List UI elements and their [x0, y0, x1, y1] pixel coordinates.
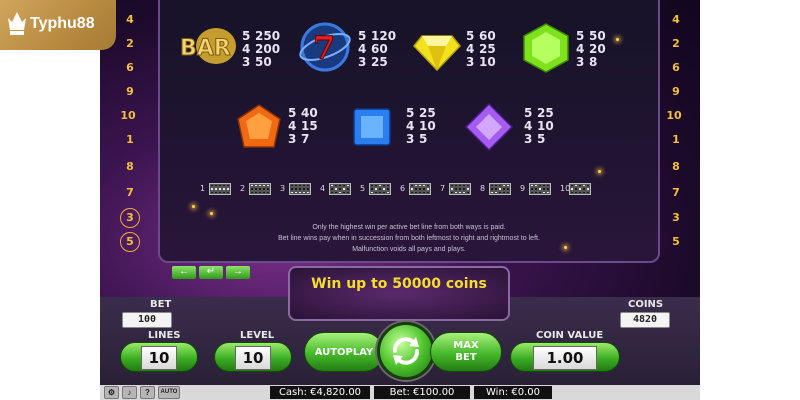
right-line-numbers: 4 2 6 9 10 1 8 7 3 5	[654, 0, 700, 260]
line-number: 9	[126, 85, 134, 98]
line-number: 8	[126, 160, 134, 173]
coin-value-stepper[interactable]: 1.00	[510, 342, 620, 372]
settings-icon[interactable]: ⚙	[104, 386, 119, 399]
bar-icon: BAR	[176, 26, 238, 71]
sound-icon[interactable]: ♪	[122, 386, 137, 399]
coins-display: 4820	[620, 312, 670, 328]
sparkle-decoration	[210, 212, 213, 215]
lines-value: 10	[141, 346, 177, 370]
line-number: 4	[672, 13, 680, 26]
blue-gem-pays: 5 25 4 10 35	[406, 106, 436, 146]
cash-display: Cash: €4,820.00	[270, 386, 370, 399]
auto-icon[interactable]: AUTO	[158, 386, 180, 399]
line-number: 5	[120, 232, 140, 252]
sparkle-decoration	[598, 170, 601, 173]
bet-status: Bet: €100.00	[374, 386, 470, 399]
line-number: 7	[126, 186, 134, 199]
crown-icon	[8, 12, 26, 35]
seven-pays: 5 120 4 60 3 25	[358, 29, 397, 69]
seven-icon: 7	[298, 20, 352, 79]
brand-name: Typhu88	[30, 15, 95, 32]
line-number: 10	[666, 109, 682, 122]
win-message-panel: Win up to 50000 coins	[288, 266, 510, 321]
sparkle-decoration	[616, 38, 619, 41]
status-bar: ⚙ ♪ ? AUTO Cash: €4,820.00 Bet: €100.00 …	[100, 385, 700, 400]
coin-value: 1.00	[533, 346, 597, 370]
coin-value-label: COIN VALUE	[536, 330, 604, 341]
green-gem-pays: 5 50 4 20 38	[576, 29, 606, 69]
paytable: BAR 5 250 4 200 3 50 7 5 120 4 60 3 25 5…	[158, 0, 660, 263]
autoplay-button[interactable]: AUTOPLAY	[304, 332, 384, 372]
rule-text: Bet line wins pay when in succession fro…	[278, 235, 540, 242]
level-label: LEVEL	[240, 330, 275, 341]
line-number: 4	[126, 13, 134, 26]
next-page-button[interactable]: →	[226, 266, 250, 279]
previous-page-button[interactable]: ←	[172, 266, 196, 279]
back-to-game-button[interactable]: ↵	[199, 266, 223, 279]
lines-label: LINES	[148, 330, 181, 341]
green-gem-icon	[520, 22, 572, 79]
bet-display: 100	[122, 312, 172, 328]
line-number: 2	[672, 37, 680, 50]
yellow-gem-pays: 5 60 4 25 3 10	[466, 29, 496, 69]
line-number: 3	[120, 208, 140, 228]
line-number: 5	[672, 235, 680, 248]
yellow-gem-icon	[412, 24, 462, 79]
paytable-nav: ← ↵ →	[172, 266, 250, 279]
rule-text: Only the highest win per active bet line…	[312, 224, 506, 231]
line-number: 6	[672, 61, 680, 74]
line-number: 1	[672, 133, 680, 146]
line-number: 1	[126, 133, 134, 146]
orange-gem-pays: 5 40 4 15 37	[288, 106, 318, 146]
line-number: 6	[126, 61, 134, 74]
spin-button[interactable]	[377, 322, 435, 380]
purple-gem-icon	[464, 102, 514, 157]
bet-label: BET	[150, 299, 172, 310]
help-icon[interactable]: ?	[140, 386, 155, 399]
sparkle-decoration	[564, 246, 567, 249]
line-number: 9	[672, 85, 680, 98]
line-number: 10	[120, 109, 136, 122]
win-message: Win up to 50000 coins	[311, 276, 487, 292]
line-number: 3	[672, 211, 680, 224]
lines-stepper[interactable]: 10	[120, 342, 198, 372]
svg-text:7: 7	[313, 29, 335, 67]
sparkle-decoration	[192, 205, 195, 208]
win-status: Win: €0.00	[474, 386, 552, 399]
game-frame: 4 2 6 9 10 1 8 7 3 5 4 2 6 9 10 1 8 7 3 …	[100, 0, 700, 400]
paytable-rules: Only the highest win per active bet line…	[160, 222, 658, 255]
max-bet-button[interactable]: MAX BET	[430, 332, 502, 372]
orange-gem-icon	[234, 103, 284, 158]
line-number: 2	[126, 37, 134, 50]
coins-label: COINS	[628, 299, 664, 310]
spin-icon	[393, 337, 419, 365]
level-value: 10	[235, 346, 271, 370]
blue-gem-icon	[348, 103, 396, 156]
line-number: 7	[672, 186, 680, 199]
rule-text: Malfunction voids all pays and plays.	[352, 246, 466, 253]
svg-text:BAR: BAR	[180, 36, 231, 61]
purple-gem-pays: 5 25 4 10 35	[524, 106, 554, 146]
line-number: 8	[672, 160, 680, 173]
bar-pays: 5 250 4 200 3 50	[242, 29, 281, 69]
level-stepper[interactable]: 10	[214, 342, 292, 372]
brand-logo: Typhu88	[0, 0, 116, 50]
